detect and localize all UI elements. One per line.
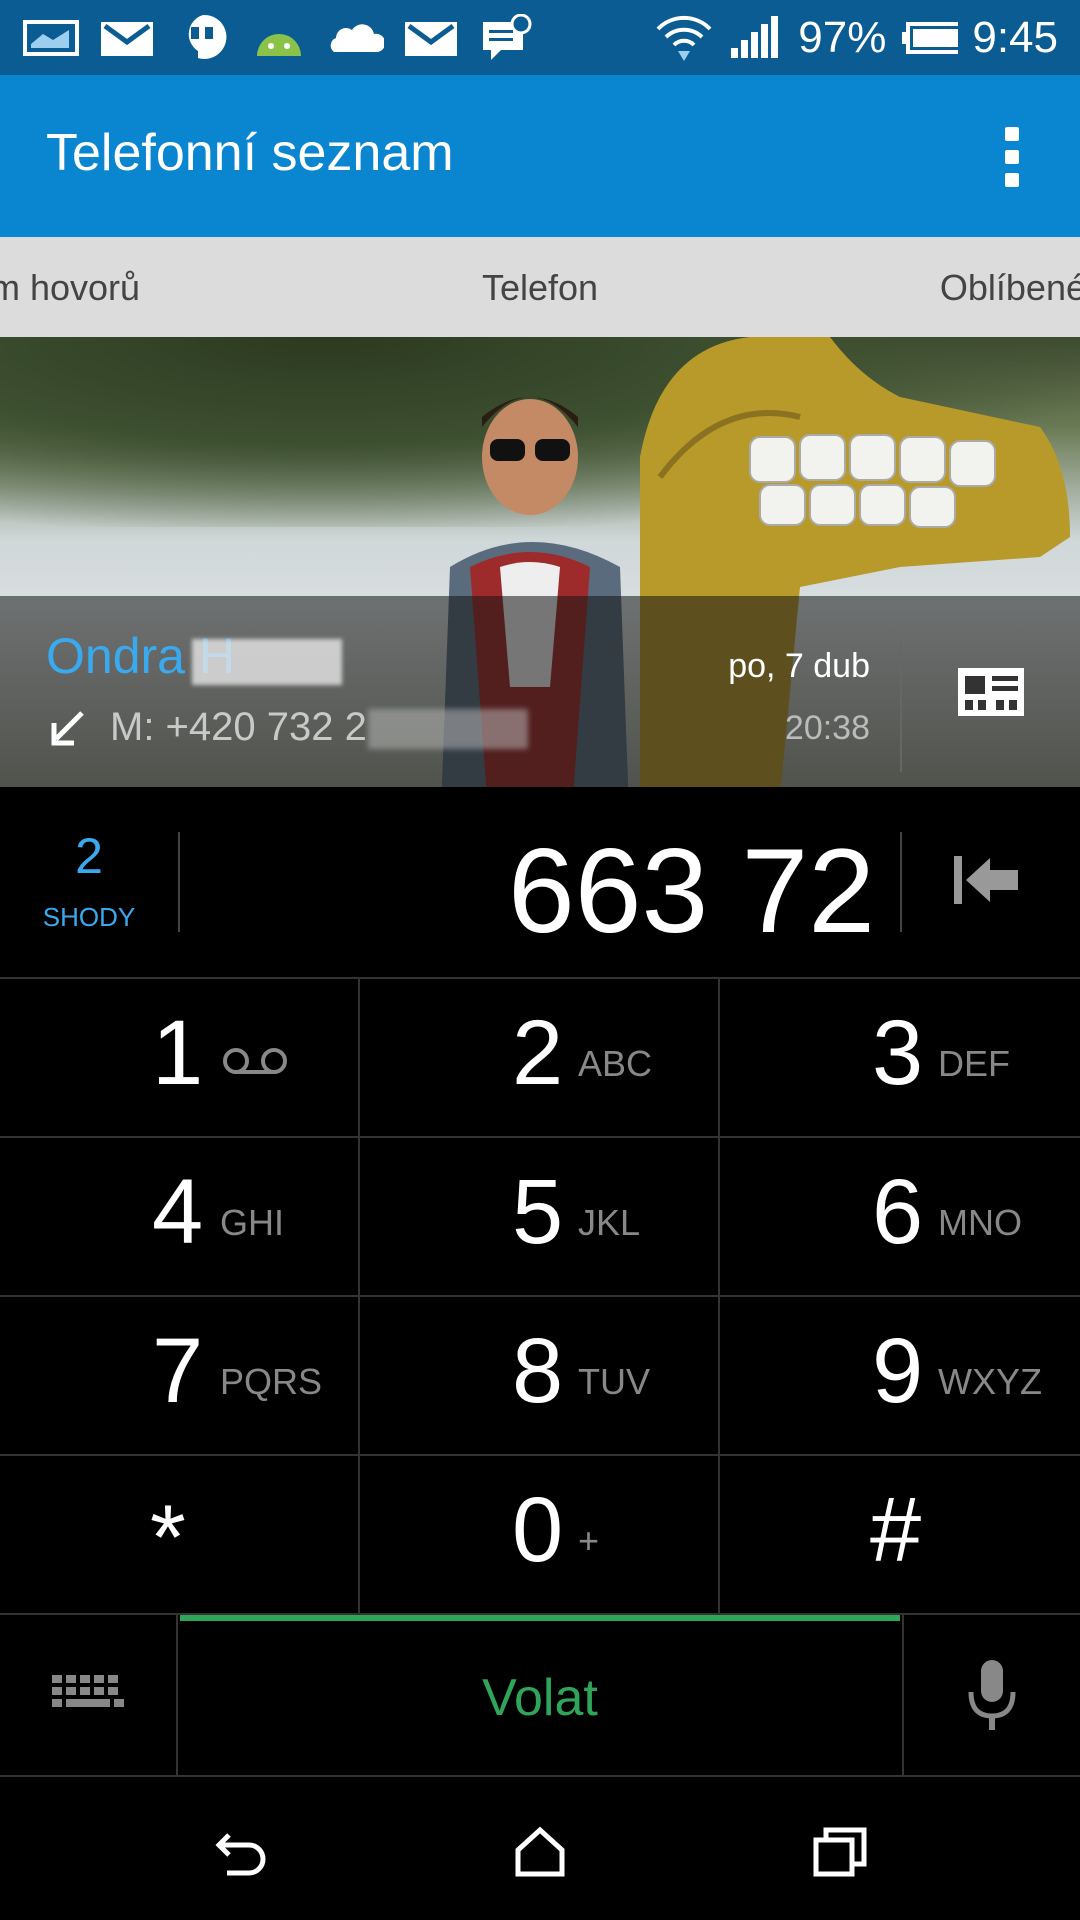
battery-percent: 97%	[798, 12, 887, 62]
key-digit: 7	[152, 1320, 204, 1422]
key-4[interactable]: 4 GHI	[0, 1138, 360, 1297]
dialed-number-row: 2 SHODY 663 72	[0, 787, 1080, 979]
contact-photo-card[interactable]: Ondra H M: +420 732 2 po, 7 dub 20:38	[0, 337, 1080, 787]
redacted-number	[368, 709, 528, 749]
key-letters: WXYZ	[938, 1361, 1042, 1402]
key-6[interactable]: 6 MNO	[720, 1138, 1080, 1297]
status-bar: 97% 9:45	[0, 0, 1080, 75]
back-icon[interactable]	[206, 1817, 276, 1887]
key-digit: 9	[872, 1320, 924, 1422]
gmail-icon	[98, 16, 156, 60]
key-letters: DEF	[938, 1043, 1010, 1084]
message-icon	[478, 13, 536, 60]
key-8[interactable]: 8 TUV	[360, 1297, 720, 1456]
key-5[interactable]: 5 JKL	[360, 1138, 720, 1297]
key-letters: PQRS	[220, 1361, 323, 1402]
key-1[interactable]: 1	[0, 979, 360, 1138]
key-letters: TUV	[578, 1361, 650, 1402]
tab-bar: m hovorů Telefon Oblíbené	[0, 237, 1080, 337]
redacted-surname	[192, 639, 342, 685]
contact-overlay	[0, 596, 1080, 787]
signal-icon	[726, 15, 784, 60]
key-letters: GHI	[220, 1202, 285, 1243]
contact-card-icon[interactable]	[956, 666, 1026, 718]
recent-apps-icon[interactable]	[805, 1817, 875, 1887]
key-digit: 1	[152, 1002, 204, 1104]
call-button[interactable]: Volat	[180, 1615, 900, 1775]
home-icon[interactable]	[505, 1817, 575, 1887]
key-3[interactable]: 3 DEF	[720, 979, 1080, 1138]
keyboard-button[interactable]	[0, 1615, 178, 1775]
keyboard-icon	[52, 1675, 124, 1707]
dial-pad: 1 2 ABC 3 DEF 4 GHI 5 JKL 6 MNO 7 PQRS 8…	[0, 979, 1080, 1615]
call-time: 20:38	[784, 709, 870, 747]
key-letters: MNO	[938, 1202, 1022, 1243]
microphone-icon	[968, 1660, 1016, 1730]
call-label: Volat	[482, 1669, 598, 1727]
key-digit: 0	[512, 1479, 564, 1581]
more-vert-icon[interactable]	[1002, 127, 1022, 187]
key-digit: 8	[512, 1320, 564, 1422]
voice-dial-button[interactable]	[902, 1615, 1080, 1775]
divider	[178, 832, 180, 932]
navigation-bar	[0, 1777, 1080, 1920]
tab-favorites[interactable]: Oblíbené	[940, 267, 1080, 309]
key-digit: 5	[512, 1161, 564, 1263]
divider	[900, 832, 902, 932]
app-bar: Telefonní seznam	[0, 75, 1080, 237]
key-9[interactable]: 9 WXYZ	[720, 1297, 1080, 1456]
key-star[interactable]: *	[0, 1456, 360, 1615]
app-title: Telefonní seznam	[46, 124, 454, 182]
key-0[interactable]: 0 +	[360, 1456, 720, 1615]
key-digit: 3	[872, 1002, 924, 1104]
call-date: po, 7 dub	[728, 647, 870, 685]
tab-phone[interactable]: Telefon	[0, 267, 1080, 309]
key-digit: #	[870, 1479, 922, 1581]
cloud-icon	[326, 16, 384, 60]
key-digit: 4	[152, 1161, 204, 1263]
contact-number: M: +420 732 2	[110, 705, 367, 749]
key-letters: JKL	[578, 1202, 641, 1243]
action-row: Volat	[0, 1615, 1080, 1777]
key-digit: *	[150, 1487, 186, 1589]
key-digit: 6	[872, 1161, 924, 1263]
voicemail-icon	[223, 1048, 287, 1074]
backspace-icon[interactable]	[950, 852, 1022, 908]
android-icon	[250, 16, 308, 60]
card-divider	[900, 642, 902, 772]
key-7[interactable]: 7 PQRS	[0, 1297, 360, 1456]
dialed-number[interactable]: 663 72	[508, 822, 875, 960]
key-letters: +	[578, 1520, 600, 1561]
matches-label[interactable]: SHODY	[0, 902, 178, 933]
key-hash[interactable]: #	[720, 1456, 1080, 1615]
gmail-icon	[402, 16, 460, 60]
key-digit: 2	[512, 1002, 564, 1104]
matches-count[interactable]: 2	[0, 827, 178, 885]
battery-icon	[900, 16, 959, 60]
wifi-icon	[654, 15, 712, 61]
key-letters: ABC	[578, 1043, 653, 1084]
image-icon	[22, 16, 80, 60]
incoming-call-icon	[51, 711, 84, 746]
key-2[interactable]: 2 ABC	[360, 979, 720, 1138]
status-time: 9:45	[972, 12, 1058, 62]
hangouts-icon	[174, 14, 232, 60]
